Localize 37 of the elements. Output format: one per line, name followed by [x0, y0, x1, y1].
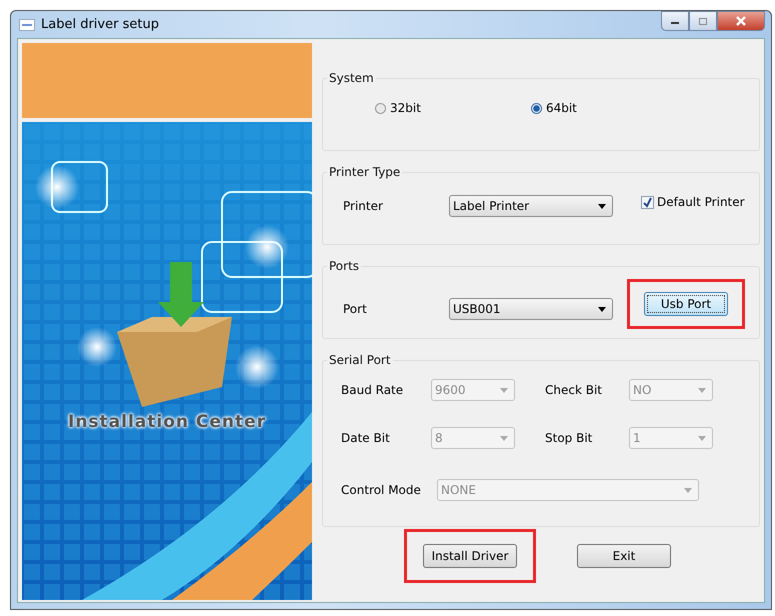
field-label: Check Bit	[545, 383, 603, 397]
dialog-button[interactable]: Install Driver	[423, 544, 517, 568]
close-icon	[735, 16, 747, 26]
dropdown-arrow-icon	[598, 204, 606, 208]
field-label: Control Mode	[341, 483, 422, 497]
group-title: System	[328, 71, 375, 85]
checkbox[interactable]	[641, 196, 654, 208]
field-label: Port	[342, 302, 368, 316]
banner-caption: Installation Center	[68, 412, 266, 432]
dialog-button[interactable]: Exit	[577, 544, 671, 568]
check-icon	[642, 196, 653, 208]
dropdown-arrow-icon	[598, 306, 606, 312]
minimize-button[interactable]	[661, 11, 689, 31]
field-label: Stop Bit	[545, 431, 594, 445]
dropdown-arrow-icon	[500, 388, 508, 392]
radio-button[interactable]	[375, 102, 386, 114]
field-label: Baud Rate	[341, 383, 404, 397]
dropdown-arrow-icon	[698, 388, 706, 392]
printer-dropdown[interactable]: Label Printer	[449, 195, 613, 217]
default-printer-checkbox[interactable]: Default Printer	[641, 195, 745, 209]
dropdown-arrow-icon	[500, 436, 508, 440]
radio-option[interactable]: 64bit	[530, 101, 577, 115]
maximize-icon	[698, 16, 708, 26]
field-label: Printer	[342, 199, 384, 213]
group-title: Serial Port	[328, 353, 392, 367]
window-title: Label driver setup	[41, 17, 159, 32]
group-title: Printer Type	[328, 165, 402, 179]
dropdown-arrow-icon	[698, 436, 706, 440]
group-title: Ports	[328, 259, 360, 273]
field-label: Date Bit	[341, 431, 391, 445]
usb-port-button[interactable]: Usb Port	[644, 292, 728, 316]
radio-option[interactable]: 32bit	[375, 101, 421, 115]
port-dropdown[interactable]: USB001	[449, 298, 613, 320]
printer-app-icon	[19, 18, 35, 30]
radio-button[interactable]	[530, 102, 542, 114]
close-button[interactable]	[717, 11, 765, 31]
dropdown-arrow-icon	[684, 488, 692, 492]
